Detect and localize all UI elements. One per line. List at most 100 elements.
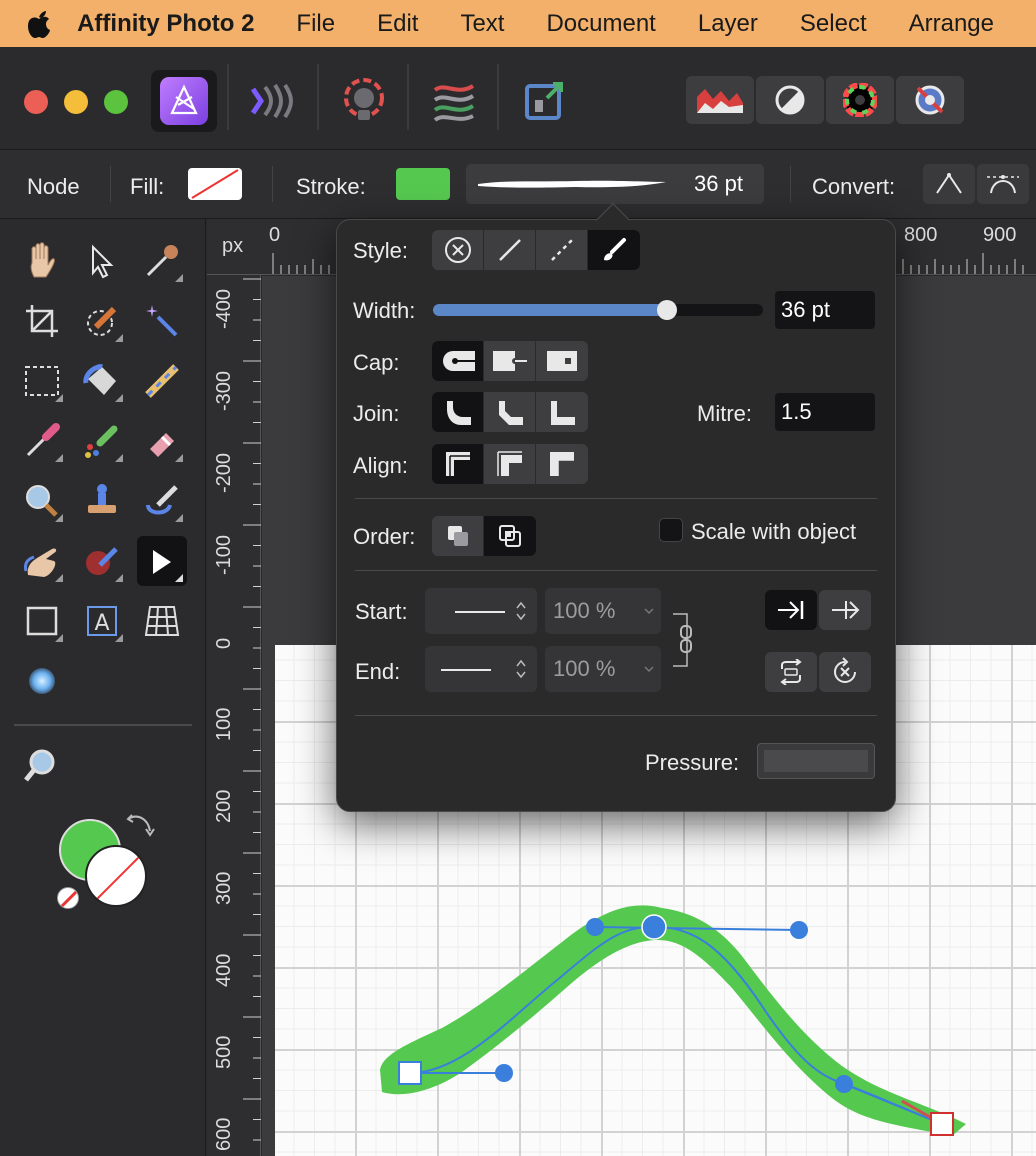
photo-persona-button[interactable] [151,70,217,132]
menu-text[interactable]: Text [460,10,504,38]
scale-with-object-checkbox[interactable] [659,518,683,542]
zoom-tool[interactable] [17,741,67,791]
app-menu[interactable]: Affinity Photo 2 [77,10,254,38]
dash-line-style-button[interactable] [536,230,588,270]
move-tool[interactable] [77,236,127,286]
stroke-behind-fill-button[interactable] [432,516,484,556]
start-scale-field[interactable]: 100 % [545,588,661,634]
flood-select-tool[interactable] [137,296,187,346]
glow-tool[interactable] [17,656,67,706]
stroke-style-group [432,230,640,270]
stroke-color-swatch[interactable] [396,168,450,200]
end-arrowhead-dropdown[interactable] [425,646,537,692]
end-node-handle[interactable] [930,1112,954,1136]
green-brush-stroke[interactable] [380,905,966,1136]
smudge-brush-tool[interactable] [17,536,67,586]
mid-node-handle[interactable] [641,914,667,940]
no-line-style-button[interactable] [432,230,484,270]
start-node-handle[interactable] [398,1061,422,1085]
red-eye-tool[interactable] [77,536,127,586]
width-slider-knob[interactable] [657,300,678,320]
arrowhead-at-end-button[interactable] [819,590,871,630]
align-inside-button[interactable] [484,444,536,484]
no-colour-button[interactable] [57,887,79,909]
menu-layer[interactable]: Layer [698,10,758,38]
control-handle[interactable] [495,1064,513,1082]
mesh-warp-tool[interactable] [137,596,187,646]
swap-colours-icon[interactable] [124,811,156,843]
solid-line-style-button[interactable] [484,230,536,270]
reset-arrowheads-button[interactable] [819,652,871,692]
cap-label: Cap: [353,350,400,375]
menu-file[interactable]: File [296,10,335,38]
align-center-button[interactable] [432,444,484,484]
view-tool[interactable] [17,236,67,286]
link-scales-icon[interactable] [671,610,695,670]
secondary-colour-swatch[interactable] [85,845,147,907]
end-scale-field[interactable]: 100 % [545,646,661,692]
stroke-label: Stroke: [296,174,366,199]
export-persona-button[interactable] [511,70,577,132]
brushes-studio-button[interactable] [896,76,964,124]
round-join-button[interactable] [432,392,484,432]
pressure-curve-button[interactable] [757,743,875,779]
round-cap-button[interactable] [432,341,484,381]
blemish-removal-tool[interactable] [137,476,187,526]
minimize-window-button[interactable] [64,90,88,114]
crop-tool[interactable] [17,296,67,346]
artistic-text-tool[interactable]: A [77,596,127,646]
close-window-button[interactable] [24,90,48,114]
control-handle[interactable] [586,918,604,936]
gradient-tool[interactable] [137,356,187,406]
rectangular-marquee-tool[interactable] [17,356,67,406]
colour-studio-button[interactable] [826,76,894,124]
convert-smooth-button[interactable] [977,164,1029,204]
histogram-studio-button[interactable] [686,76,754,124]
erase-brush-tool[interactable] [137,416,187,466]
start-arrowhead-dropdown[interactable] [425,588,537,634]
rectangle-tool[interactable] [17,596,67,646]
align-outside-button[interactable] [536,444,588,484]
arrowhead-extend-button[interactable] [765,590,817,630]
swap-arrowheads-button[interactable] [765,652,817,692]
control-handle[interactable] [790,921,808,939]
selection-brush-tool[interactable] [77,296,127,346]
square-cap-button[interactable] [536,341,588,381]
texture-line-style-button[interactable] [588,230,640,270]
mixer-brush-tool[interactable] [77,416,127,466]
convert-sharp-button[interactable] [923,164,975,204]
menu-arrange[interactable]: Arrange [909,10,994,38]
liquify-persona-button[interactable] [241,70,307,132]
rectangle-icon [26,606,58,636]
control-handle[interactable] [835,1075,853,1093]
bevel-join-button[interactable] [484,392,536,432]
apple-icon[interactable] [0,9,77,39]
clone-brush-tool[interactable] [77,476,127,526]
adjustments-studio-button[interactable] [756,76,824,124]
menu-document[interactable]: Document [546,10,655,38]
miter-join-button[interactable] [536,392,588,432]
node-tool[interactable] [137,536,187,586]
style-label: Style: [353,238,409,263]
paint-brush-tool[interactable] [17,416,67,466]
tone-mapping-persona-button[interactable] [421,70,487,132]
fill-none-swatch[interactable] [188,168,242,200]
develop-persona-button[interactable] [331,70,397,132]
flood-fill-tool[interactable] [77,356,127,406]
mitre-value-field[interactable]: 1.5 [775,393,875,431]
dodge-brush-tool[interactable] [17,476,67,526]
width-value-field[interactable]: 36 pt [775,291,875,329]
stroke-in-front-button[interactable] [484,516,536,556]
solid-line-icon [498,239,521,261]
colour-picker-tool[interactable] [137,236,187,286]
line-end-none-icon [441,669,491,671]
width-slider[interactable] [433,300,763,320]
navigator-icon [915,85,945,115]
no-line-icon [444,237,471,263]
menu-edit[interactable]: Edit [377,10,418,38]
zoom-window-button[interactable] [104,90,128,114]
stroke-width-dropdown[interactable]: 36 pt [466,164,764,204]
vertical-ruler: -400 -300 -200 -100 0 100 200 300 400 50… [207,275,261,1156]
butt-cap-button[interactable] [484,341,536,381]
menu-select[interactable]: Select [800,10,867,38]
